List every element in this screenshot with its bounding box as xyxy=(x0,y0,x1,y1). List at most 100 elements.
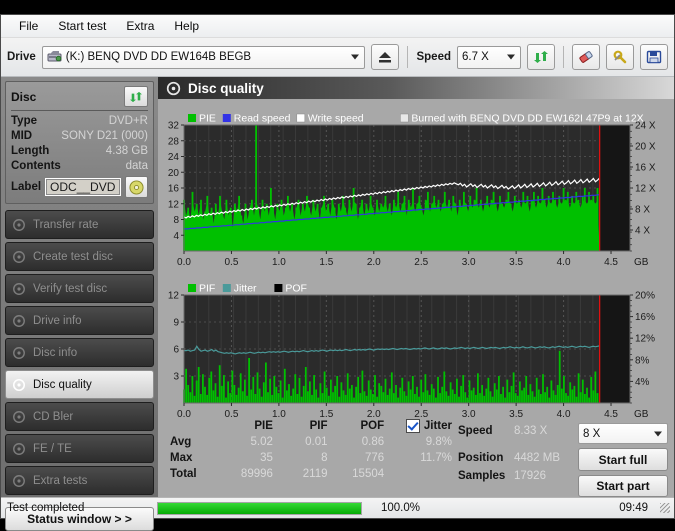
svg-text:20: 20 xyxy=(168,168,180,179)
menu-item-file[interactable]: File xyxy=(9,17,48,35)
sidebar-item-drive-info[interactable]: Drive info xyxy=(5,306,154,335)
svg-text:3: 3 xyxy=(173,372,179,383)
save-icon xyxy=(646,50,662,64)
disc-icon-button[interactable] xyxy=(125,176,148,198)
sidebar-item-verify-test-disc[interactable]: Verify test disc xyxy=(5,274,154,303)
content-panel: Disc quality 32 28 24 20 16 12 8 4 24 X 20 X 16 X1… xyxy=(158,77,674,498)
sidebar-item-disc-quality[interactable]: Disc quality xyxy=(5,370,154,399)
sidebar-item-disc-info[interactable]: Disc info xyxy=(5,338,154,367)
table-row: Max 35 8 776 11.7% xyxy=(166,450,458,466)
svg-text:2.0: 2.0 xyxy=(367,257,381,268)
pie-read-write-chart[interactable]: 3228242016128424 X20 X16 X12 X8 X4 X0.0 0… xyxy=(158,99,670,269)
bottom-panel: PIE PIF POF Jitter Avg 5.02 0.01 0.86 9.… xyxy=(158,419,674,498)
svg-text:12: 12 xyxy=(168,199,180,210)
svg-text:Read speed: Read speed xyxy=(234,113,291,125)
progress-percent: 100.0% xyxy=(380,502,420,514)
svg-text:4%: 4% xyxy=(635,377,650,388)
disc-row-length: Length 4.38 GB xyxy=(11,144,148,159)
stats-max-pif: 8 xyxy=(321,452,328,464)
sidebar-item-fe-te[interactable]: FE / TE xyxy=(5,434,154,463)
resize-grip[interactable] xyxy=(660,503,670,513)
readout-values: Speed 8.33 X Position 4482 MB Samples 17… xyxy=(458,423,578,497)
svg-text:4.0: 4.0 xyxy=(557,409,571,420)
stats-col-blank xyxy=(166,419,222,434)
sidebar-item-create-test-disc[interactable]: Create test disc xyxy=(5,242,154,271)
disc-test-icon xyxy=(13,314,25,327)
disc-row-length-value: 4.38 GB xyxy=(105,145,148,157)
drive-select[interactable]: (K:) BENQ DVD DD EW164B BEGB xyxy=(41,45,366,69)
eraser-icon xyxy=(578,51,593,63)
svg-text:0.5: 0.5 xyxy=(224,409,238,420)
svg-text:6: 6 xyxy=(173,345,179,356)
svg-text:Write speed: Write speed xyxy=(308,113,364,125)
stats-row-total-label: Total xyxy=(170,468,197,480)
disc-label-row: Label ODC__DVD xyxy=(11,176,148,198)
svg-text:24: 24 xyxy=(168,152,180,163)
disc-label-input[interactable]: ODC__DVD xyxy=(45,178,121,196)
refresh-icon xyxy=(130,91,142,102)
svg-text:3.0: 3.0 xyxy=(462,257,476,268)
start-full-button[interactable]: Start full xyxy=(578,448,668,471)
readout-position-key: Position xyxy=(458,452,504,464)
toolbar-separator-2 xyxy=(563,46,564,68)
jitter-checkbox[interactable] xyxy=(405,419,420,433)
svg-text:2.0: 2.0 xyxy=(367,409,381,420)
start-part-button[interactable]: Start part xyxy=(578,474,668,498)
svg-text:9: 9 xyxy=(173,318,179,329)
stats-col-jitter: Jitter xyxy=(390,419,458,434)
sidebar-item-label: Create test disc xyxy=(33,250,113,263)
readout-samples-key: Samples xyxy=(458,470,506,482)
stats-total-pie: 89996 xyxy=(240,468,273,480)
save-button[interactable] xyxy=(640,44,668,70)
sidebar-item-label: Transfer rate xyxy=(33,218,99,231)
disc-row-type: Type DVD+R xyxy=(11,114,148,129)
tools-button[interactable] xyxy=(606,44,634,70)
stats-avg-jitter: 9.8% xyxy=(425,436,452,448)
eject-button[interactable] xyxy=(371,44,400,70)
eject-icon xyxy=(379,52,392,63)
svg-text:8 X: 8 X xyxy=(635,205,650,216)
readout-speed-value: 8.33 X xyxy=(514,425,548,437)
svg-text:2.5: 2.5 xyxy=(414,257,428,268)
readout-controls: 8 X Start full Start part xyxy=(578,423,674,498)
refresh-button[interactable] xyxy=(527,44,555,70)
svg-text:28: 28 xyxy=(168,136,180,147)
disc-panel-header: Disc xyxy=(11,86,148,111)
disc-refresh-button[interactable] xyxy=(124,86,148,107)
svg-text:16 X: 16 X xyxy=(635,163,656,174)
disc-row-contents: Contents data xyxy=(11,159,148,174)
readout-speed-row: Speed 8.33 X xyxy=(458,423,578,440)
stats-total-jitter xyxy=(390,466,458,482)
pif-chart-wrap: 12 9 6 3 20% 16% 12% 8% 4% 0.0 0.5 1.0 1.5 2.0 2.5 3.0 3… xyxy=(158,273,674,421)
svg-text:1.5: 1.5 xyxy=(319,409,333,420)
svg-text:20%: 20% xyxy=(635,291,655,302)
disc-test-icon xyxy=(13,474,25,487)
speed-label: Speed xyxy=(416,51,451,63)
menu-item-extra[interactable]: Extra xyxy=(116,17,164,35)
elapsed-time: 09:49 xyxy=(619,502,648,514)
readout-samples-value: 17926 xyxy=(514,470,546,482)
pif-jitter-pof-chart[interactable]: 1296320%16%12%8%4%0.0 0.5 1.0 1.5 2.0 2.5 3.0 3… xyxy=(158,273,670,421)
page-title: Disc quality xyxy=(188,80,264,96)
svg-text:16: 16 xyxy=(168,184,180,195)
sidebar-item-cd-bler[interactable]: CD Bler xyxy=(5,402,154,431)
sidebar-item-label: Extra tests xyxy=(33,474,88,487)
test-speed-select[interactable]: 8 X xyxy=(578,423,668,445)
svg-text:4.0: 4.0 xyxy=(557,257,571,268)
menu-item-start-test[interactable]: Start test xyxy=(48,17,116,35)
drive-icon xyxy=(47,51,62,62)
sidebar-item-extra-tests[interactable]: Extra tests xyxy=(5,466,154,495)
disc-test-icon xyxy=(13,218,25,231)
svg-text:1.5: 1.5 xyxy=(319,257,333,268)
status-text: Test completed xyxy=(7,502,85,514)
chevron-down-icon xyxy=(351,54,360,60)
charts-container: 32 28 24 20 16 12 8 4 24 X 20 X 16 X 12 X8 X4 X 0.0 0… xyxy=(158,99,674,421)
speed-select[interactable]: 6.7 X xyxy=(457,45,521,69)
progress-fill xyxy=(158,502,361,514)
sidebar-item-transfer-rate[interactable]: Transfer rate xyxy=(5,210,154,239)
progress-bar xyxy=(157,501,362,515)
disc-row-mid: MID SONY D21 (000) xyxy=(11,129,148,144)
menu-item-help[interactable]: Help xyxy=(164,17,209,35)
eraser-button[interactable] xyxy=(572,44,600,70)
sidebar: Disc Type DVD+R MID SONY D21 (000) Lengt… xyxy=(1,77,158,531)
